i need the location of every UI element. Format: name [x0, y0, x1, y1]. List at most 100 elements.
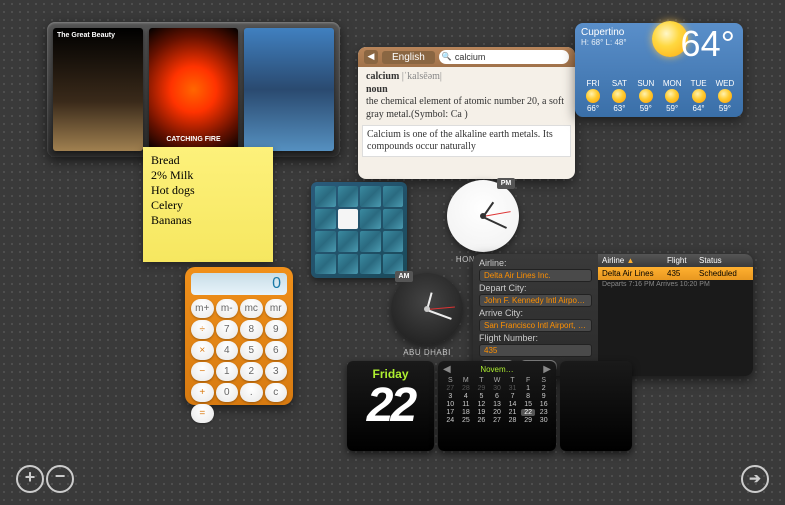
puzzle-tile[interactable]: [338, 254, 359, 275]
calendar-cell[interactable]: 13: [490, 401, 505, 408]
calc-key-−[interactable]: −: [191, 362, 214, 381]
calc-key-1[interactable]: 1: [216, 362, 239, 381]
puzzle-tile[interactable]: [315, 254, 336, 275]
calc-key-3[interactable]: 3: [265, 362, 288, 381]
next-month-button[interactable]: ▶: [543, 364, 551, 375]
world-clock-abudhabi[interactable]: AM ABU DHABI: [382, 273, 472, 357]
movie-poster[interactable]: The Great Beauty: [53, 28, 143, 151]
add-widget-button[interactable]: +: [16, 465, 44, 493]
back-button[interactable]: ◀: [364, 50, 378, 64]
calendar-cell[interactable]: 29: [521, 417, 536, 424]
calc-key-=[interactable]: =: [191, 404, 214, 423]
calendar-cell[interactable]: 23: [536, 409, 551, 416]
result-row[interactable]: Delta Air Lines 435 Scheduled: [598, 267, 753, 280]
language-dropdown[interactable]: English: [382, 51, 435, 64]
calendar-cell[interactable]: 10: [443, 401, 458, 408]
calendar-cell[interactable]: 28: [505, 417, 520, 424]
world-clock-hongkong[interactable]: PM HONG KONG: [438, 180, 528, 264]
prev-month-button[interactable]: ◀: [443, 364, 451, 375]
calc-key-m-[interactable]: m-: [216, 299, 239, 318]
calendar-month-widget[interactable]: ◀ Novem… ▶ SMTWTFS2728293031123456789101…: [438, 361, 556, 451]
calendar-extra-panel[interactable]: [560, 361, 632, 451]
calendar-cell[interactable]: 18: [459, 409, 474, 416]
calendar-cell[interactable]: 12: [474, 401, 489, 408]
flightnum-input[interactable]: 435: [479, 344, 592, 357]
return-button[interactable]: ➔: [741, 465, 769, 493]
calculator-widget[interactable]: 0 m+m-mcmr÷789×456−123+0.c=: [185, 267, 293, 405]
calc-key-7[interactable]: 7: [216, 320, 239, 339]
puzzle-tile[interactable]: [383, 186, 404, 207]
calendar-cell[interactable]: 5: [474, 393, 489, 400]
calc-key-4[interactable]: 4: [216, 341, 239, 360]
calendar-cell[interactable]: 16: [536, 401, 551, 408]
calc-key-+[interactable]: +: [191, 383, 214, 402]
calendar-cell[interactable]: 26: [474, 417, 489, 424]
arrive-dropdown[interactable]: San Francisco Intl Airport, Sa: [479, 319, 592, 332]
movie-poster[interactable]: CATCHING FIRE: [149, 28, 239, 151]
calendar-day-widget[interactable]: Friday 22: [347, 361, 434, 451]
puzzle-tile[interactable]: [315, 186, 336, 207]
puzzle-tile[interactable]: [338, 209, 359, 230]
calendar-cell[interactable]: 1: [521, 385, 536, 392]
remove-widget-button[interactable]: −: [46, 465, 74, 493]
calendar-cell[interactable]: 27: [490, 417, 505, 424]
puzzle-tile[interactable]: [383, 209, 404, 230]
movie-poster[interactable]: [244, 28, 334, 151]
puzzle-tile[interactable]: [315, 209, 336, 230]
calc-key-0[interactable]: 0: [216, 383, 239, 402]
tile-puzzle-widget[interactable]: [311, 182, 407, 278]
calendar-cell[interactable]: 25: [459, 417, 474, 424]
weather-widget[interactable]: Cupertino H: 68° L: 48° 64° FRI66°SAT63°…: [575, 23, 743, 117]
movies-widget[interactable]: The Great Beauty CATCHING FIRE: [47, 22, 340, 157]
calc-key-c[interactable]: c: [265, 383, 288, 402]
calendar-cell[interactable]: 17: [443, 409, 458, 416]
calc-key-5[interactable]: 5: [240, 341, 263, 360]
col-status[interactable]: Status: [699, 256, 749, 265]
sticky-note-widget[interactable]: Bread 2% Milk Hot dogs Celery Bananas: [143, 147, 273, 262]
calendar-cell[interactable]: 14: [505, 401, 520, 408]
calendar-cell[interactable]: 9: [536, 393, 551, 400]
dictionary-widget[interactable]: ◀ English calcium calcium |ˈkalsēəm| nou…: [358, 47, 575, 179]
calendar-cell[interactable]: 31: [505, 385, 520, 392]
puzzle-tile[interactable]: [315, 231, 336, 252]
calendar-cell[interactable]: 6: [490, 393, 505, 400]
calc-key-6[interactable]: 6: [265, 341, 288, 360]
calc-key-8[interactable]: 8: [240, 320, 263, 339]
calc-key-mc[interactable]: mc: [240, 299, 263, 318]
results-header[interactable]: Airline ▲ Flight Status: [598, 254, 753, 267]
puzzle-tile[interactable]: [360, 209, 381, 230]
calendar-cell[interactable]: 30: [490, 385, 505, 392]
calc-key-÷[interactable]: ÷: [191, 320, 214, 339]
calc-key-mr[interactable]: mr: [265, 299, 288, 318]
calendar-cell[interactable]: 21: [505, 409, 520, 416]
calendar-cell[interactable]: 30: [536, 417, 551, 424]
calendar-cell[interactable]: 24: [443, 417, 458, 424]
calendar-cell[interactable]: 3: [443, 393, 458, 400]
calendar-cell[interactable]: 20: [490, 409, 505, 416]
airline-dropdown[interactable]: Delta Air Lines Inc.: [479, 269, 592, 282]
puzzle-tile[interactable]: [383, 231, 404, 252]
depart-dropdown[interactable]: John F. Kennedy Intl Airport, I: [479, 294, 592, 307]
calendar-cell[interactable]: 29: [474, 385, 489, 392]
calendar-cell[interactable]: 8: [521, 393, 536, 400]
calendar-cell[interactable]: 4: [459, 393, 474, 400]
col-flight[interactable]: Flight: [667, 256, 699, 265]
calendar-cell[interactable]: 7: [505, 393, 520, 400]
calendar-cell[interactable]: 28: [459, 385, 474, 392]
calc-key-9[interactable]: 9: [265, 320, 288, 339]
calendar-cell[interactable]: 2: [536, 385, 551, 392]
puzzle-tile[interactable]: [338, 231, 359, 252]
calendar-cell[interactable]: 27: [443, 385, 458, 392]
calendar-cell[interactable]: 22: [521, 409, 536, 416]
puzzle-tile[interactable]: [338, 186, 359, 207]
flight-tracker-widget[interactable]: Airline:Delta Air Lines Inc. Depart City…: [473, 254, 753, 376]
calendar-cell[interactable]: 19: [474, 409, 489, 416]
col-airline[interactable]: Airline ▲: [602, 256, 667, 265]
calc-key-m+[interactable]: m+: [191, 299, 214, 318]
search-input[interactable]: calcium: [439, 50, 569, 64]
puzzle-tile[interactable]: [360, 254, 381, 275]
calc-key-.[interactable]: .: [240, 383, 263, 402]
puzzle-tile[interactable]: [360, 231, 381, 252]
calendar-cell[interactable]: 11: [459, 401, 474, 408]
calc-key-2[interactable]: 2: [240, 362, 263, 381]
